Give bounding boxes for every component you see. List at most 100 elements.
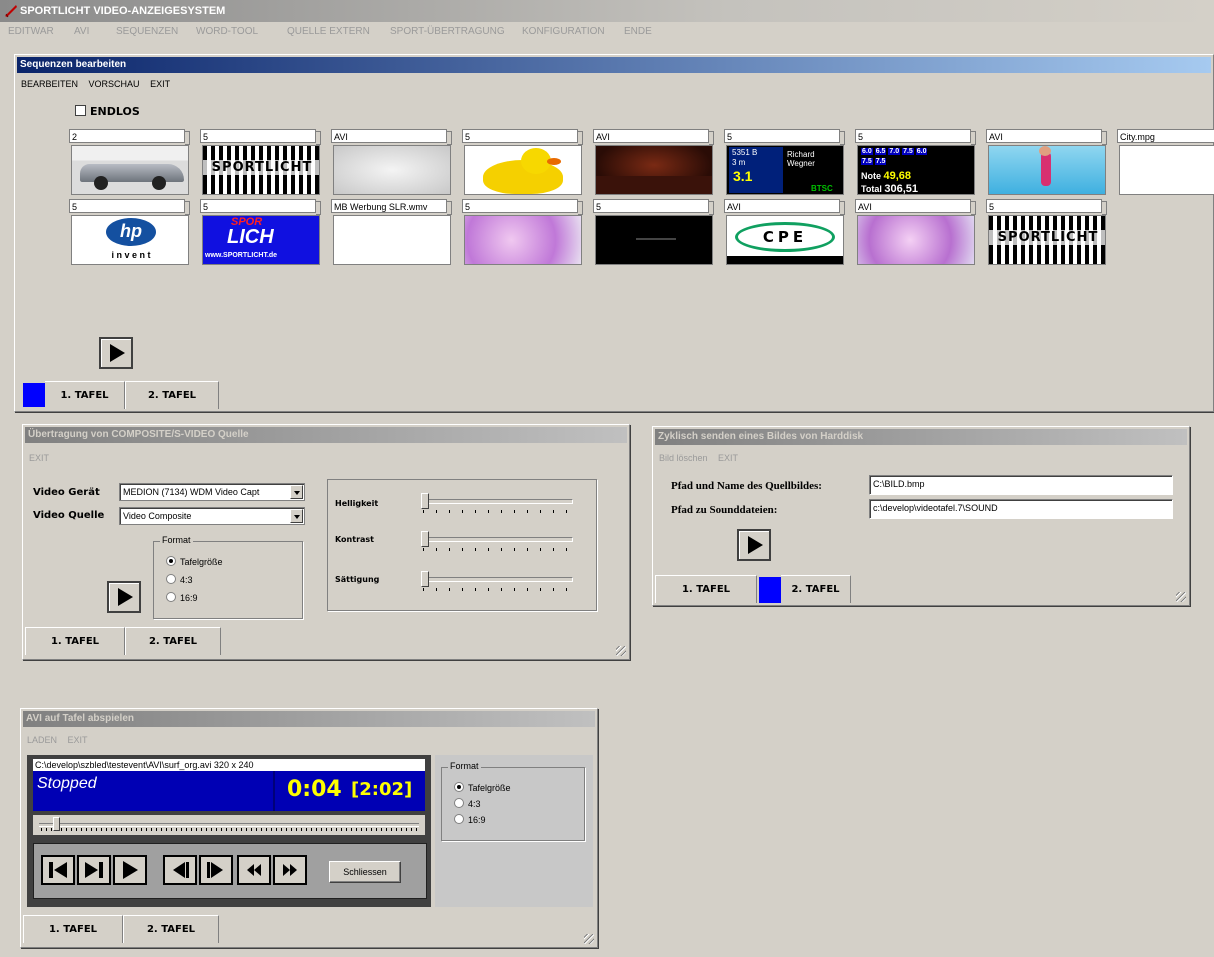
player-play-button[interactable]	[113, 855, 147, 885]
sequence-tile[interactable]: 5 5351 B 3 m 3.1 Richard Wegner BTSC	[724, 129, 846, 197]
sound-input[interactable]: c:\develop\videotafel.7\SOUND	[869, 499, 1173, 519]
sequence-tile[interactable]: 5 SPORTLICHT	[986, 199, 1108, 267]
menu-item-quelle-extern[interactable]: QUELLE EXTERN	[287, 26, 370, 37]
play-button[interactable]	[107, 581, 141, 613]
rewind-button[interactable]	[237, 855, 271, 885]
video-device-select[interactable]: MEDION (7134) WDM Video Capt	[119, 483, 305, 501]
video-source-select[interactable]: Video Composite	[119, 507, 305, 525]
format-radio-4-3[interactable]: 4:3	[166, 574, 193, 586]
chevron-down-icon[interactable]	[290, 509, 303, 523]
menu-item-avi[interactable]: AVI	[74, 26, 89, 37]
board-value: 6.0	[915, 148, 928, 155]
composite-title: Übertragung von COMPOSITE/S-VIDEO Quelle	[28, 429, 249, 440]
brightness-slider[interactable]	[421, 493, 573, 515]
format-radio-16-9[interactable]: 16:9	[166, 592, 198, 604]
sequence-tile[interactable]: 5	[462, 199, 584, 267]
menu-vorschau[interactable]: VORSCHAU	[89, 79, 140, 89]
menu-exit[interactable]: EXIT	[68, 735, 88, 745]
menu-item-sport-uebertragung[interactable]: SPORT-ÜBERTRAGUNG	[390, 26, 505, 37]
format-radio-tafel[interactable]: Tafelgröße	[166, 556, 223, 568]
format-group-title: Format	[160, 535, 193, 545]
sequence-tile[interactable]: City.mpg	[1117, 129, 1214, 197]
radio-selected-icon[interactable]	[454, 782, 464, 792]
resize-grip-icon[interactable]	[584, 934, 594, 944]
radio-icon[interactable]	[166, 574, 176, 584]
checkbox-box[interactable]	[75, 105, 86, 116]
tab-tafel-1[interactable]: 1. TAFEL	[655, 575, 757, 603]
slider-handle[interactable]	[421, 571, 429, 587]
sequence-tile[interactable]: 5 SPOR LICH www.SPORTLICHT.de	[200, 199, 322, 267]
sequence-tile[interactable]: 2	[69, 129, 191, 197]
slider-handle[interactable]	[421, 493, 429, 509]
endlos-label: ENDLOS	[90, 105, 140, 118]
sequence-tile[interactable]: AVI	[986, 129, 1108, 197]
step-forward-button[interactable]	[199, 855, 233, 885]
menu-bearbeiten[interactable]: BEARBEITEN	[21, 79, 78, 89]
tile-tab	[971, 131, 976, 145]
tab-tafel-1[interactable]: 1. TAFEL	[23, 915, 123, 943]
close-button[interactable]: Schliessen	[329, 861, 401, 883]
player-seekbar[interactable]	[33, 815, 425, 835]
skip-start-button[interactable]	[41, 855, 75, 885]
sequence-tile[interactable]: 5	[462, 129, 584, 197]
menu-item-word-tool[interactable]: WORD-TOOL	[196, 26, 258, 37]
tile-tab	[971, 201, 976, 215]
endlos-checkbox[interactable]: ENDLOS	[75, 105, 140, 118]
radio-icon[interactable]	[454, 814, 464, 824]
tab-tafel-2[interactable]: 2. TAFEL	[125, 381, 219, 409]
tab-tafel-1[interactable]: 1. TAFEL	[45, 381, 125, 409]
play-button[interactable]	[737, 529, 771, 561]
slider-track	[421, 577, 573, 582]
slider-ticks	[423, 588, 569, 591]
format-radio-16-9[interactable]: 16:9	[454, 814, 486, 826]
menu-item-ende[interactable]: ENDE	[624, 26, 652, 37]
slider-handle[interactable]	[421, 531, 429, 547]
menu-item-sequenzen[interactable]: SEQUENZEN	[116, 26, 178, 37]
menu-exit[interactable]: EXIT	[150, 79, 170, 89]
resize-grip-icon[interactable]	[616, 646, 626, 656]
radio-icon[interactable]	[454, 798, 464, 808]
sport-url: www.SPORTLICHT.de	[205, 252, 278, 259]
video-source-label: Video Quelle	[33, 510, 105, 521]
tab-tafel-1[interactable]: 1. TAFEL	[25, 627, 125, 655]
board-value: 7.5	[861, 158, 873, 165]
skip-end-button[interactable]	[77, 855, 111, 885]
sequence-tile[interactable]: 5 SPORTLICHT	[200, 129, 322, 197]
radio-selected-icon[interactable]	[166, 556, 176, 566]
saturation-slider[interactable]	[421, 571, 573, 593]
sequence-tile[interactable]: AVI	[331, 129, 453, 197]
step-back-button[interactable]	[163, 855, 197, 885]
path-input[interactable]: C:\BILD.bmp	[869, 475, 1173, 495]
resize-grip-icon[interactable]	[1176, 592, 1186, 602]
format-radio-4-3[interactable]: 4:3	[454, 798, 481, 810]
tab-tafel-2[interactable]: 2. TAFEL	[781, 575, 851, 603]
seek-handle[interactable]	[53, 817, 60, 831]
sequence-tile[interactable]: 5 hp i n v e n t	[69, 199, 191, 267]
radio-icon[interactable]	[166, 592, 176, 602]
menu-exit[interactable]: EXIT	[718, 453, 738, 463]
play-button[interactable]	[99, 337, 133, 369]
menu-item-editwar[interactable]: EDITWAR	[8, 26, 54, 37]
menu-item-konfiguration[interactable]: KONFIGURATION	[522, 26, 605, 37]
sequence-tile[interactable]: 5	[593, 199, 715, 267]
score-value: 3.1	[733, 168, 753, 184]
chevron-down-icon[interactable]	[290, 485, 303, 499]
sequence-tile[interactable]: AVI	[593, 129, 715, 197]
tab-tafel-2[interactable]: 2. TAFEL	[123, 915, 219, 943]
player-duration: [2:02]	[351, 779, 413, 800]
radio-label: Tafelgröße	[468, 783, 511, 793]
format-radio-tafel[interactable]: Tafelgröße	[454, 782, 511, 794]
radio-label: 16:9	[180, 593, 198, 603]
menu-exit[interactable]: EXIT	[29, 453, 49, 463]
menu-laden[interactable]: LADEN	[27, 735, 57, 745]
contrast-slider[interactable]	[421, 531, 573, 553]
sequence-tile[interactable]: AVI	[855, 199, 977, 267]
sequence-tile[interactable]: 5 6.0 6.5 7.0 7.5 6.0 7.5 7.5 Note 49,68…	[855, 129, 977, 197]
board-value: 7.0	[888, 148, 901, 155]
fast-forward-button[interactable]	[273, 855, 307, 885]
tile-tab	[447, 131, 452, 145]
sequence-tile[interactable]: MB Werbung SLR.wmv	[331, 199, 453, 267]
menu-bild-loeschen[interactable]: Bild löschen	[659, 453, 708, 463]
tab-tafel-2[interactable]: 2. TAFEL	[125, 627, 221, 655]
sequence-tile[interactable]: AVI CPE	[724, 199, 846, 267]
